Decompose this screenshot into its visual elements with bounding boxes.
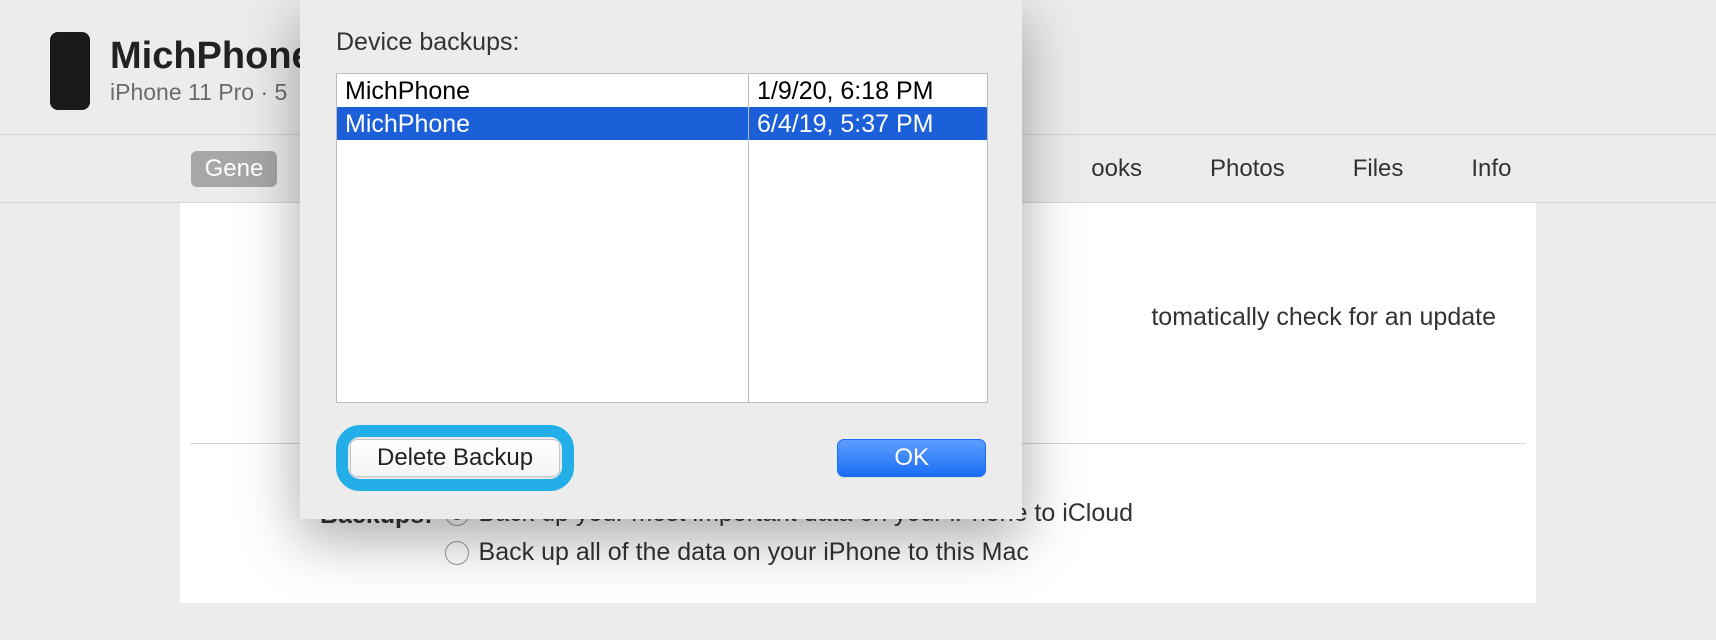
backup-row[interactable]: MichPhone 6/4/19, 5:37 PM [337,107,987,140]
update-text: tomatically check for an update [1151,303,1496,332]
ok-button[interactable]: OK [837,439,986,477]
backup-name: MichPhone [337,107,749,140]
backup-date: 6/4/19, 5:37 PM [749,107,987,140]
backup-date: 1/9/20, 6:18 PM [749,74,987,107]
device-subtitle: iPhone 11 Pro · 5 [110,79,313,106]
tab-info[interactable]: Info [1457,151,1525,187]
delete-backup-button[interactable]: Delete Backup [350,439,560,477]
highlight-annotation: Delete Backup [336,425,574,491]
backup-row[interactable]: MichPhone 1/9/20, 6:18 PM [337,74,987,107]
device-name: MichPhone [110,36,313,78]
tab-general[interactable]: Gene [191,151,278,187]
tab-photos[interactable]: Photos [1196,151,1299,187]
device-info: MichPhone iPhone 11 Pro · 5 [110,36,313,107]
dialog-button-row: Delete Backup OK [336,425,986,491]
tab-books[interactable]: ooks [1077,151,1156,187]
tab-files[interactable]: Files [1339,151,1418,187]
device-backups-dialog: Device backups: MichPhone 1/9/20, 6:18 P… [300,0,1022,519]
backup-option-mac[interactable]: Back up all of the data on your iPhone t… [445,538,1134,567]
backup-empty-area [337,140,987,402]
dialog-title: Device backups: [336,28,986,57]
backup-list[interactable]: MichPhone 1/9/20, 6:18 PM MichPhone 6/4/… [336,73,988,403]
iphone-icon [50,32,90,110]
radio-icon [445,541,469,565]
radio-label: Back up all of the data on your iPhone t… [479,538,1029,567]
backup-name: MichPhone [337,74,749,107]
